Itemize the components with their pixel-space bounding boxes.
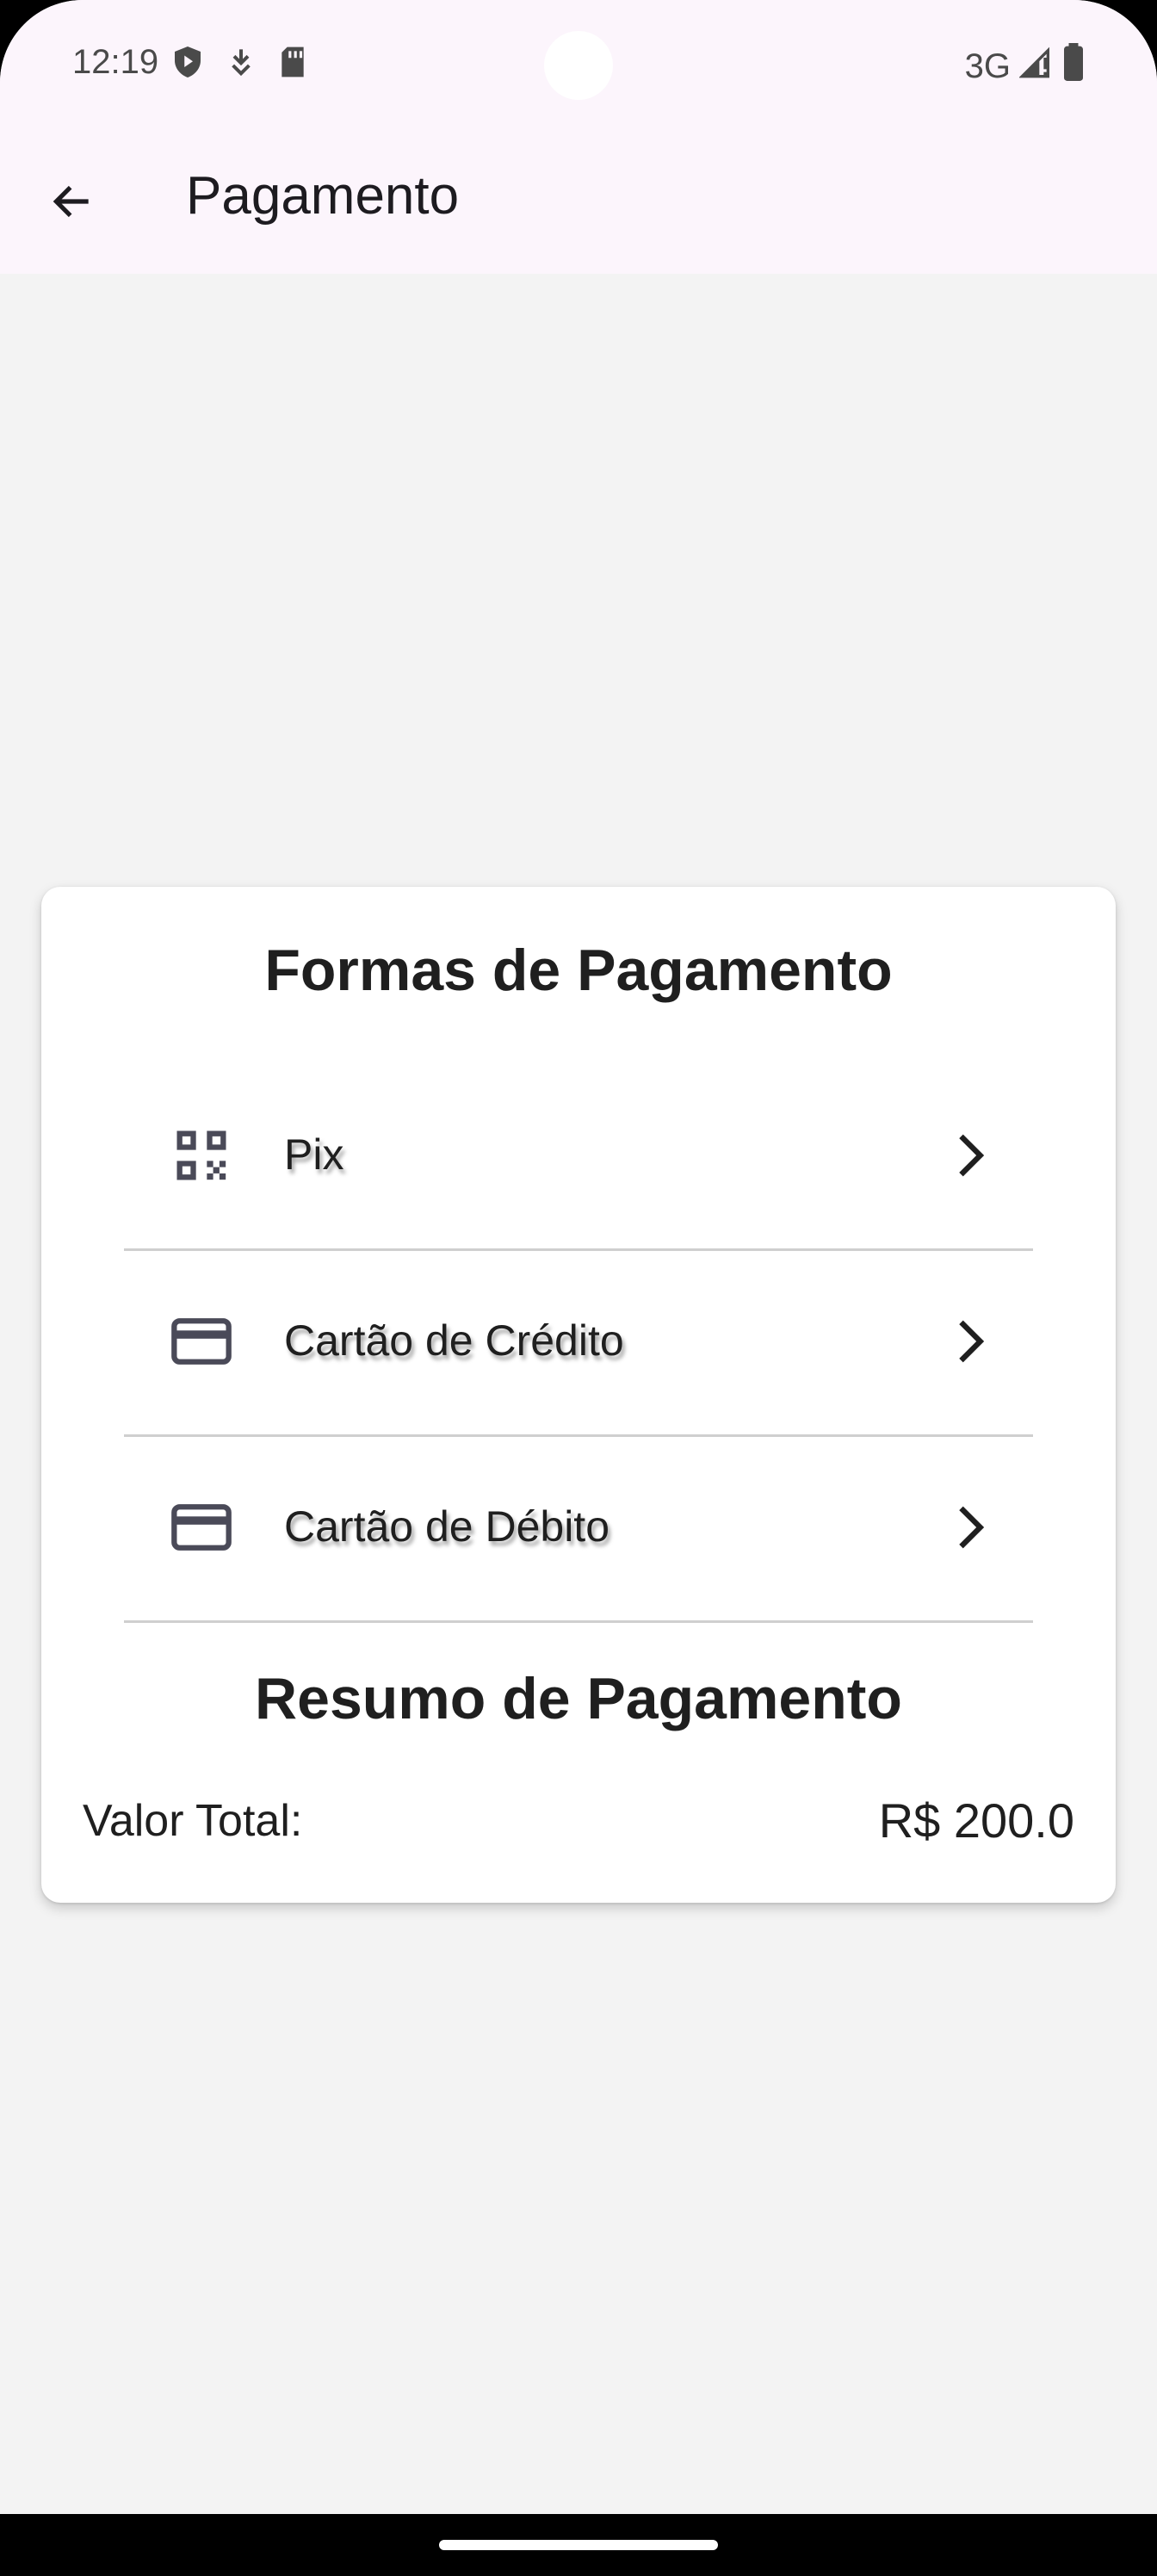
arrow-back-icon [48,177,96,230]
payment-method-label: Pix [284,1130,344,1179]
payment-card: Formas de Pagamento Pix Cartão de Crédit… [41,887,1116,1903]
payment-method-credit[interactable]: Cartão de Crédito [124,1248,1033,1437]
credit-card-icon [169,1309,234,1374]
qr-code-icon [169,1123,234,1188]
camera-cutout [544,31,613,100]
battery-icon [1062,43,1085,90]
payment-methods-title: Formas de Pagamento [264,938,893,1003]
app-bar: Pagamento [0,129,1157,274]
screen: 12:19 3G Pagamento Formas de Pagamento P… [0,0,1157,2576]
chevron-right-icon [937,1495,1002,1560]
page-title: Pagamento [186,166,460,226]
back-button[interactable] [38,169,107,238]
sd-card-icon [279,46,306,83]
credit-card-icon [169,1495,234,1560]
home-indicator[interactable] [439,2540,718,2550]
status-bar: 12:19 3G [0,0,1157,129]
shield-play-icon [172,45,203,84]
download-icon [227,46,255,82]
payment-method-label: Cartão de Crédito [284,1316,624,1365]
chevron-right-icon [937,1123,1002,1188]
total-value: R$ 200.0 [878,1793,1074,1848]
status-right: 3G [965,43,1085,90]
status-time: 12:19 [72,43,159,81]
network-type: 3G [964,46,1011,85]
payment-method-pix[interactable]: Pix [124,1062,1033,1251]
payment-method-label: Cartão de Débito [284,1502,610,1551]
chevron-right-icon [937,1309,1002,1374]
payment-summary-title: Resumo de Pagamento [255,1666,902,1731]
total-label: Valor Total: [83,1796,303,1846]
status-left-icons [172,45,306,84]
payment-method-debit[interactable]: Cartão de Débito [124,1434,1033,1623]
signal-icon [1018,45,1054,88]
